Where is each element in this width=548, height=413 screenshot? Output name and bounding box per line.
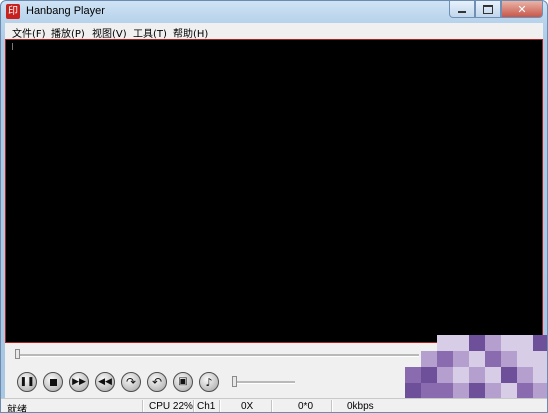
menu-file[interactable]: 文件(F) — [12, 25, 46, 40]
player-window: 印 Hanbang Player ✕ 文件(F) 播放(P) 视图(V) 工具(… — [0, 0, 548, 413]
menu-bar: 文件(F) 播放(P) 视图(V) 工具(T) 帮助(H) — [5, 23, 543, 40]
camera-icon: ▣ — [178, 376, 188, 387]
step-back-button[interactable]: ↶ — [147, 372, 167, 392]
mosaic-cell — [501, 335, 517, 351]
mosaic-cell — [405, 383, 421, 399]
fast-forward-button[interactable]: ▶▶ — [69, 372, 89, 392]
status-bar: 就绪 CPU 22% Ch1 0X 0*0 0kbps — [1, 398, 547, 413]
mosaic-cell — [501, 383, 517, 399]
mosaic-cell — [453, 367, 469, 383]
mosaic-cell — [437, 383, 453, 399]
mosaic-cell — [421, 351, 437, 367]
mosaic-cell — [517, 335, 533, 351]
pause-icon: ❚❚ — [19, 376, 35, 387]
status-bitrate: 0kbps — [347, 401, 374, 412]
menu-view[interactable]: 视图(V) — [92, 25, 127, 40]
mosaic-cell — [533, 351, 547, 367]
mosaic-cell — [517, 367, 533, 383]
maximize-button[interactable] — [475, 1, 501, 18]
stop-button[interactable] — [43, 372, 63, 392]
step-forward-icon: ↷ — [125, 375, 137, 389]
step-back-icon: ↶ — [151, 375, 163, 389]
seek-track[interactable] — [15, 354, 419, 357]
audio-icon: ♪ — [205, 375, 213, 389]
mosaic-cell — [485, 367, 501, 383]
close-icon: ✕ — [517, 2, 527, 16]
mosaic-cell — [533, 335, 547, 351]
mosaic-cell — [469, 335, 485, 351]
status-divider — [193, 400, 195, 412]
window-title: Hanbang Player — [26, 5, 105, 17]
mosaic-cell — [453, 335, 469, 351]
volume-track[interactable] — [233, 381, 295, 384]
pause-button[interactable]: ❚❚ — [17, 372, 37, 392]
status-frame: 0*0 — [298, 401, 314, 412]
mosaic-cell — [453, 351, 469, 367]
rewind-icon: ◀◀ — [98, 376, 112, 387]
mosaic-cell — [501, 367, 517, 383]
mosaic-cell — [485, 335, 501, 351]
status-state: 就绪 — [7, 405, 27, 413]
mosaic-cell — [485, 383, 501, 399]
mosaic-cell — [421, 367, 437, 383]
minimize-button[interactable] — [449, 1, 475, 18]
video-cursor-mark — [12, 43, 13, 50]
audio-button[interactable]: ♪ — [199, 372, 219, 392]
mosaic-cell — [405, 367, 421, 383]
status-divider — [331, 400, 333, 412]
app-logo-icon[interactable]: 印 — [6, 4, 20, 19]
mosaic-cell — [437, 367, 453, 383]
close-button[interactable]: ✕ — [501, 1, 543, 18]
status-channel: Ch1 — [197, 401, 216, 412]
video-area[interactable] — [5, 39, 543, 343]
mosaic-cell — [517, 383, 533, 399]
stop-icon — [49, 378, 57, 386]
mosaic-cell — [533, 383, 547, 399]
status-divider — [142, 400, 144, 412]
maximize-icon — [483, 4, 493, 14]
mosaic-cell — [485, 351, 501, 367]
mosaic-cell — [469, 351, 485, 367]
status-divider — [271, 400, 273, 412]
snapshot-button[interactable]: ▣ — [173, 372, 193, 392]
title-bar[interactable]: 印 Hanbang Player ✕ — [1, 1, 547, 23]
mosaic-cell — [517, 351, 533, 367]
menu-play[interactable]: 播放(P) — [51, 25, 85, 40]
mosaic-cell — [469, 383, 485, 399]
caption-buttons: ✕ — [449, 1, 543, 19]
mosaic-cell — [421, 383, 437, 399]
mosaic-cell — [453, 383, 469, 399]
rewind-button[interactable]: ◀◀ — [95, 372, 115, 392]
fast-forward-icon: ▶▶ — [72, 376, 86, 387]
seek-slider-thumb[interactable] — [15, 349, 20, 359]
status-divider — [219, 400, 221, 412]
step-forward-button[interactable]: ↷ — [121, 372, 141, 392]
status-cpu: CPU 22% — [149, 401, 193, 412]
mosaic-cell — [437, 335, 453, 351]
menu-tools[interactable]: 工具(T) — [133, 25, 167, 40]
mosaic-cell — [437, 351, 453, 367]
minimize-icon — [458, 10, 466, 13]
volume-slider-thumb[interactable] — [232, 376, 237, 387]
mosaic-cell — [533, 367, 547, 383]
mosaic-cell — [469, 367, 485, 383]
status-hex: 0X — [241, 401, 254, 412]
menu-help[interactable]: 帮助(H) — [173, 25, 208, 40]
mosaic-cell — [501, 351, 517, 367]
